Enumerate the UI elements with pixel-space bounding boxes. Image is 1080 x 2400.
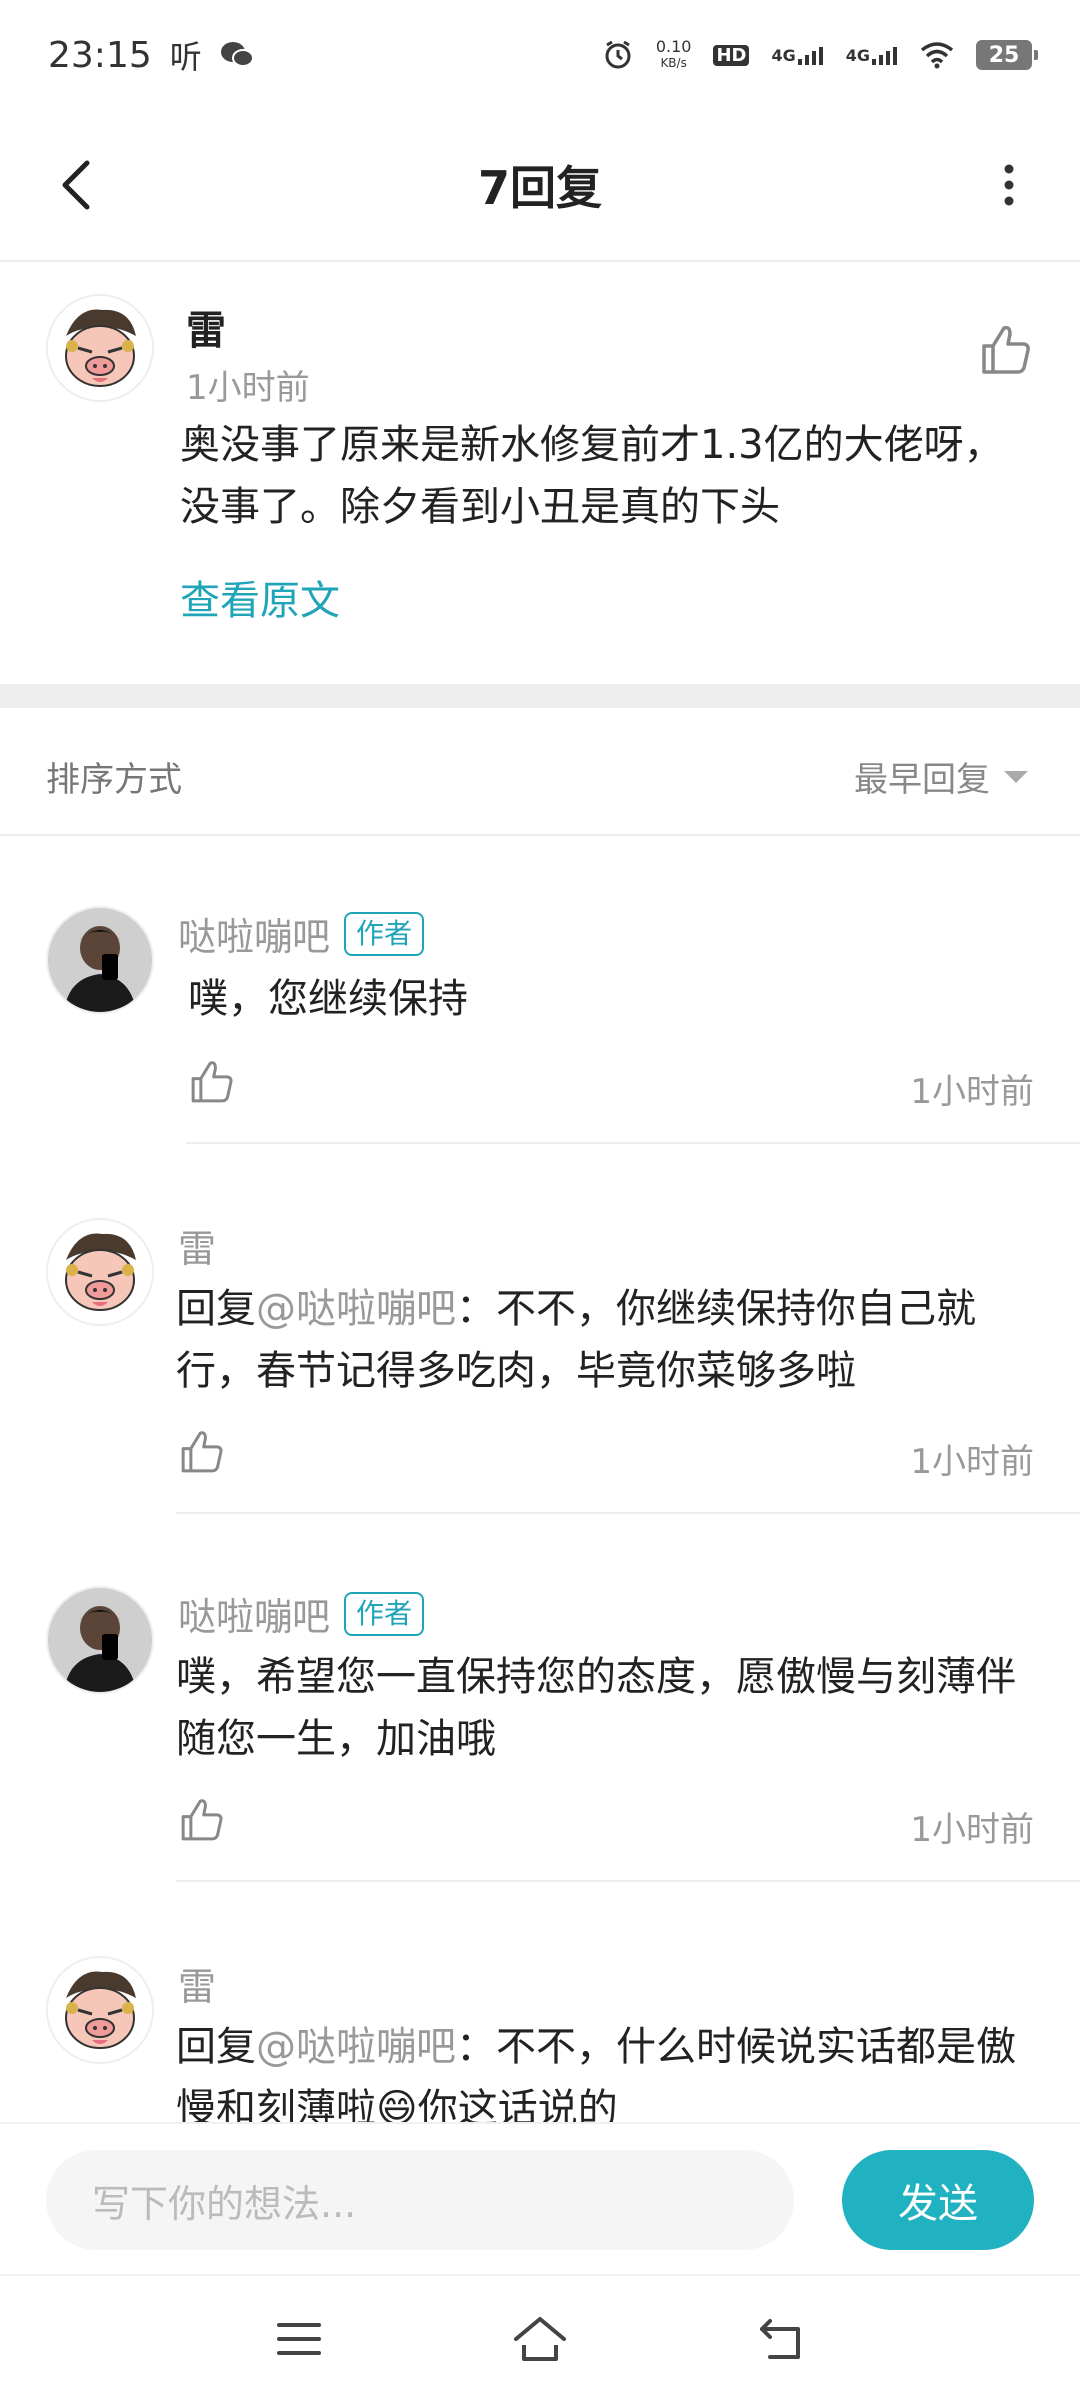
pig-avatar-icon [48, 1958, 152, 2062]
reply-header: 哒啦嘣吧 作者 [178, 906, 425, 961]
avatar[interactable] [46, 1218, 154, 1326]
net-speed: 0.10 KB/s [655, 37, 692, 71]
status-time: 23:15 [48, 34, 152, 76]
username[interactable]: 哒啦嘣吧 [178, 906, 330, 961]
page-title: 7回复 [477, 161, 602, 215]
signal-bars-icon [872, 47, 897, 65]
photo-avatar-icon [48, 1588, 152, 1692]
thumbs-up-icon [181, 1799, 223, 1841]
wifi-icon [920, 42, 954, 69]
timestamp: 1小时前 [910, 1072, 1034, 1112]
author-badge: 作者 [344, 1591, 425, 1636]
system-nav-bar [0, 2274, 1080, 2400]
hd-badge: HD [713, 44, 750, 66]
menu-icon [277, 2323, 321, 2355]
app-header: 7回复 [0, 110, 1080, 262]
status-bar: 23:15 听 0.10 KB/s HD 4G 4G 25 [0, 0, 1080, 110]
avatar[interactable] [46, 906, 154, 1014]
reply-divider [186, 1142, 1080, 1144]
reply-divider [176, 1512, 1080, 1514]
reply-divider [176, 1880, 1080, 1882]
username[interactable]: 雷 [186, 298, 226, 356]
sort-label: 排序方式 [46, 760, 182, 800]
reply-text: 回复@哒啦嘣吧：不不，你继续保持你自己就行，春节记得多吃肉，毕竟你菜够多啦 [176, 1286, 976, 1394]
nav-home-button[interactable] [505, 2304, 575, 2374]
timestamp: 1小时前 [186, 368, 310, 408]
pig-avatar-icon [48, 296, 152, 400]
status-right: 0.10 KB/s HD 4G 4G 25 [602, 37, 1038, 71]
mention-link[interactable]: @哒啦嘣吧 [256, 2024, 456, 2070]
like-button[interactable] [178, 1428, 234, 1484]
sort-value: 最早回复 [854, 760, 990, 800]
nav-back-button[interactable] [746, 2304, 816, 2374]
nav-menu-button[interactable] [264, 2304, 334, 2374]
sort-dropdown[interactable]: 最早回复 [854, 752, 1028, 801]
reply-text: 噗，您继续保持 [188, 976, 468, 1022]
thumbs-up-icon [181, 1431, 223, 1473]
avatar[interactable] [46, 1956, 154, 2064]
wechat-icon [220, 42, 254, 67]
more-options-button[interactable] [974, 150, 1044, 220]
signal-4g-2: 4G [846, 45, 898, 65]
back-arrow-icon [62, 160, 90, 210]
signal-4g-1: 4G [771, 45, 823, 65]
sort-row: 排序方式 最早回复 [0, 708, 1080, 836]
listen-indicator: 听 [169, 38, 202, 76]
battery-indicator: 25 [976, 40, 1038, 70]
return-icon [760, 2319, 800, 2359]
reply-header: 哒啦嘣吧 作者 [178, 1586, 425, 1641]
timestamp: 1小时前 [910, 1442, 1034, 1482]
send-button[interactable]: 发送 [842, 2150, 1034, 2250]
username[interactable]: 雷 [178, 1218, 216, 1273]
like-button[interactable] [178, 1796, 234, 1852]
view-original-link[interactable]: 查看原文 [180, 568, 340, 626]
original-comment: 雷 1小时前 奥没事了原来是新水修复前才1.3亿的大佬呀，没事了。除夕看到小丑是… [0, 264, 1080, 684]
reply-item: 哒啦嘣吧 作者 噗，您继续保持 1小时前 [0, 906, 1080, 1146]
more-vertical-icon [1004, 164, 1014, 206]
reply-text: 回复@哒啦嘣吧：不不，什么时候说实话都是傲慢和刻薄啦😄你这话说的 [176, 2024, 1016, 2122]
mention-link[interactable]: @哒啦嘣吧 [256, 1286, 456, 1332]
photo-avatar-icon [48, 908, 152, 1012]
reply-item: 哒啦嘣吧 作者 噗，希望您一直保持您的态度，愿傲慢与刻薄伴随您一生，加油哦 1小… [0, 1586, 1080, 1882]
reply-item: 雷 回复@哒啦嘣吧：不不，你继续保持你自己就行，春节记得多吃肉，毕竟你菜够多啦 … [0, 1218, 1080, 1514]
thumbs-up-icon [982, 325, 1030, 374]
like-button[interactable] [188, 1058, 244, 1114]
author-badge: 作者 [344, 911, 425, 956]
reply-text: 噗，希望您一直保持您的态度，愿傲慢与刻薄伴随您一生，加油哦 [176, 1654, 1016, 1762]
alarm-icon [605, 40, 631, 69]
thumbs-up-icon [191, 1061, 233, 1103]
reply-header: 雷 [178, 1956, 216, 2011]
pig-avatar-icon [48, 1220, 152, 1324]
triangle-down-icon [1004, 770, 1028, 783]
timestamp: 1小时前 [910, 1810, 1034, 1850]
reply-header: 雷 [178, 1218, 216, 1273]
username[interactable]: 雷 [178, 1956, 216, 2011]
avatar[interactable] [46, 1586, 154, 1694]
status-left: 23:15 听 [48, 32, 254, 78]
reply-item: 雷 回复@哒啦嘣吧：不不，什么时候说实话都是傲慢和刻薄啦😄你这话说的 [0, 1956, 1080, 2122]
comment-composer: 写下你的想法... 发送 [0, 2122, 1080, 2274]
comment-input[interactable]: 写下你的想法... [46, 2150, 794, 2250]
back-button[interactable] [40, 150, 110, 220]
home-icon [514, 2317, 566, 2361]
comment-text: 奥没事了原来是新水修复前才1.3亿的大佬呀，没事了。除夕看到小丑是真的下头 [180, 422, 1004, 530]
signal-bars-icon [797, 47, 823, 65]
avatar[interactable] [46, 294, 154, 402]
username[interactable]: 哒啦嘣吧 [178, 1586, 330, 1641]
section-divider [0, 684, 1080, 708]
like-button[interactable] [978, 322, 1038, 382]
